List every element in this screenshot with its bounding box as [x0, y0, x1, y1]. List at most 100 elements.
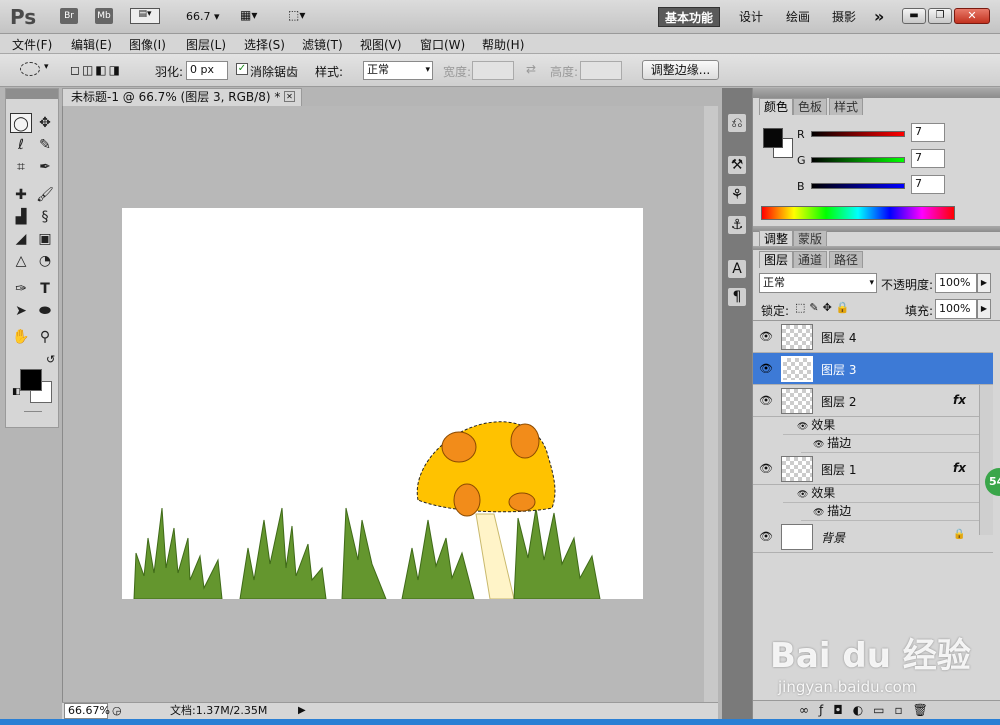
more-workspaces-button[interactable]: » [868, 7, 890, 27]
workspace-design[interactable]: 设计 [733, 7, 769, 27]
zoom-level-dropdown[interactable]: 66.7 ▾ [186, 10, 220, 23]
stroke-effect-row[interactable]: 👁 描边 [801, 435, 979, 453]
layer-row-2[interactable]: 👁 图层 2 fx [753, 385, 993, 417]
spot-healing-tool-icon[interactable]: ✚ [10, 185, 32, 205]
layers-scrollbar[interactable] [979, 385, 993, 535]
brush-panel-icon[interactable]: ⚘ [728, 186, 746, 204]
green-value-input[interactable]: 7 [911, 149, 945, 168]
visibility-eye-icon[interactable]: 👁 [759, 362, 773, 375]
pen-tool-icon[interactable]: ✑ [10, 279, 32, 299]
elliptical-marquee-tool-icon[interactable]: ◯ [10, 113, 32, 133]
tab-masks[interactable]: 蒙版 [793, 230, 828, 247]
menu-window[interactable]: 窗口(W) [420, 36, 465, 53]
character-panel-icon[interactable]: A [728, 260, 746, 278]
tab-channels[interactable]: 通道 [793, 251, 828, 268]
eye-icon[interactable]: 👁 [797, 490, 811, 500]
lock-icons[interactable]: ⬚✎✥🔒 [795, 301, 854, 314]
tab-paths[interactable]: 路径 [829, 251, 864, 268]
history-panel-icon[interactable]: ⎌ [728, 114, 746, 132]
menu-edit[interactable]: 编辑(E) [71, 36, 112, 53]
blend-mode-select[interactable]: 正常 ▾ [759, 273, 877, 293]
dodge-tool-icon[interactable]: ◔ [34, 251, 56, 271]
feather-input[interactable]: 0 px [186, 61, 228, 80]
eye-icon[interactable]: 👁 [797, 422, 811, 432]
paragraph-panel-icon[interactable]: ¶ [728, 288, 746, 306]
menu-file[interactable]: 文件(F) [12, 36, 52, 53]
stroke-effect-row[interactable]: 👁 描边 [801, 503, 979, 521]
blur-tool-icon[interactable]: △ [10, 251, 32, 271]
mini-bridge-button[interactable]: Mb [95, 8, 113, 24]
antialias-checkbox[interactable]: ✓ [236, 63, 248, 75]
tab-adjustments[interactable]: 调整 [759, 230, 794, 247]
document-tab[interactable]: 未标题-1 @ 66.7% (图层 3, RGB/8) * ✕ [62, 88, 302, 106]
gradient-tool-icon[interactable]: ▣ [34, 229, 56, 249]
close-document-icon[interactable]: ✕ [284, 91, 295, 102]
layer-row-4[interactable]: 👁 图层 4 [753, 321, 993, 353]
history-brush-tool-icon[interactable]: § [34, 207, 56, 227]
red-value-input[interactable]: 7 [911, 123, 945, 142]
swap-colors-icon[interactable]: ↺ [46, 353, 55, 366]
foreground-color-swatch[interactable] [20, 369, 42, 391]
layer-effects-icon[interactable]: fx [953, 393, 966, 407]
lasso-tool-icon[interactable]: ℓ [10, 135, 32, 155]
visibility-eye-icon[interactable]: 👁 [759, 530, 773, 543]
tab-layers[interactable]: 图层 [759, 251, 794, 268]
eye-icon[interactable]: 👁 [813, 508, 827, 518]
visibility-eye-icon[interactable]: 👁 [759, 394, 773, 407]
blue-value-input[interactable]: 7 [911, 175, 945, 194]
hand-tool-icon[interactable]: ✋ [10, 327, 32, 347]
quick-selection-tool-icon[interactable]: ✎ [34, 135, 56, 155]
panel-collapse-bar[interactable] [753, 88, 1000, 98]
color-spectrum-bar[interactable] [761, 206, 955, 220]
tab-color[interactable]: 颜色 [759, 98, 794, 115]
layer-row-background[interactable]: 👁 背景 🔒 [753, 521, 993, 553]
green-slider[interactable] [811, 157, 905, 163]
zoom-tool-icon[interactable]: ⚲ [34, 327, 56, 347]
tool-presets-panel-icon[interactable]: ⚒ [728, 156, 746, 174]
minimize-button[interactable]: ▬ [902, 8, 926, 24]
brush-tool-icon[interactable]: 🖌 [34, 185, 56, 205]
status-menu-arrow-icon[interactable]: ▶ [298, 703, 306, 719]
workspace-photography[interactable]: 摄影 [826, 7, 862, 27]
restore-button[interactable]: ❐ [928, 8, 952, 24]
screen-mode-dropdown[interactable]: ⬚▾ [288, 8, 320, 24]
arrange-documents-dropdown[interactable]: ▦▾ [240, 8, 272, 24]
workspace-painting[interactable]: 绘画 [780, 7, 816, 27]
menu-select[interactable]: 选择(S) [244, 36, 285, 53]
tab-styles[interactable]: 样式 [829, 98, 864, 115]
path-selection-tool-icon[interactable]: ➤ [10, 301, 32, 321]
close-button[interactable]: ✕ [954, 8, 990, 24]
type-tool-icon[interactable]: T [34, 279, 56, 299]
layer-effects-icon[interactable]: fx [953, 461, 966, 475]
preset-dropdown-icon[interactable]: ▾ [44, 62, 49, 72]
effects-row[interactable]: 👁 效果 [783, 485, 979, 503]
eyedropper-tool-icon[interactable]: ✒ [34, 157, 56, 177]
style-select[interactable]: 正常 ▾ [363, 61, 433, 80]
zoom-field[interactable]: 66.67% [64, 703, 110, 719]
clone-stamp-tool-icon[interactable]: ▟ [10, 207, 32, 227]
eye-icon[interactable]: 👁 [813, 440, 827, 450]
menu-filter[interactable]: 滤镜(T) [302, 36, 343, 53]
elliptical-marquee-preset-icon[interactable] [20, 62, 40, 76]
effects-row[interactable]: 👁 效果 [783, 417, 979, 435]
layer-row-1[interactable]: 👁 图层 1 fx [753, 453, 993, 485]
move-tool-icon[interactable]: ✥ [34, 113, 56, 133]
menu-view[interactable]: 视图(V) [360, 36, 402, 53]
blue-slider[interactable] [811, 183, 905, 189]
vertical-scrollbar[interactable] [704, 106, 718, 702]
extras-dropdown[interactable]: ▤▾ [130, 8, 160, 24]
visibility-eye-icon[interactable]: 👁 [759, 462, 773, 475]
menu-image[interactable]: 图像(I) [129, 36, 166, 53]
document-canvas[interactable] [122, 208, 643, 599]
fg-color-swatch[interactable] [763, 128, 783, 148]
tab-swatches[interactable]: 色板 [793, 98, 828, 115]
toolbox-header[interactable] [6, 89, 58, 99]
status-icon[interactable]: ◶ [112, 703, 122, 719]
fill-input[interactable]: 100% [935, 299, 977, 319]
menu-help[interactable]: 帮助(H) [482, 36, 524, 53]
crop-tool-icon[interactable]: ⌗ [10, 157, 32, 177]
eraser-tool-icon[interactable]: ◢ [10, 229, 32, 249]
bridge-button[interactable]: Br [60, 8, 78, 24]
ellipse-shape-tool-icon[interactable]: ⬬ [34, 301, 56, 321]
opacity-arrow-icon[interactable]: ▶ [977, 273, 991, 293]
